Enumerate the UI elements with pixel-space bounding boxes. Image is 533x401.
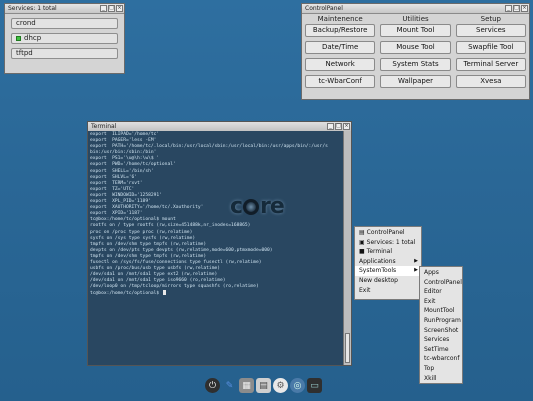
terminal-line: tc@box:/home/tc/optional$ — [90, 290, 342, 297]
service-dhcp-button[interactable]: dhcp — [11, 33, 118, 44]
terminal-scrollbar[interactable] — [343, 131, 351, 365]
submenu-item[interactable]: ControlPanel — [420, 278, 462, 288]
column-header: Maintenence — [317, 15, 363, 23]
calendar-icon[interactable]: ▦ — [239, 378, 254, 393]
files-icon[interactable]: ▤ — [256, 378, 271, 393]
service-label: crond — [16, 19, 36, 27]
minimize-button[interactable]: _ — [505, 5, 512, 12]
terminal-lines: export ILIPAD='/home/tc' export PAGER='le… — [88, 131, 344, 299]
submenu-item[interactable]: tc-wbarconf — [420, 354, 462, 364]
maintenance-column: Maintenence Backup/Restore Date/Time Net… — [305, 14, 376, 92]
submenu-arrow-icon: ▶ — [414, 267, 418, 274]
submenu-item[interactable]: Top — [420, 364, 462, 374]
submenu-arrow-icon: ▶ — [414, 257, 418, 264]
date-time-button[interactable]: Date/Time — [305, 41, 376, 54]
wbarconf-button[interactable]: tc-WbarConf — [305, 75, 376, 88]
submenu-item[interactable]: Exit — [420, 297, 462, 307]
maximize-button[interactable]: □ — [108, 5, 115, 12]
panel-icon: ▤ — [359, 229, 365, 236]
submenu-item[interactable]: Xkill — [420, 374, 462, 384]
menu-item-terminal[interactable]: ■ Terminal — [355, 247, 421, 257]
maximize-button[interactable]: □ — [513, 5, 520, 12]
power-icon[interactable]: ⏻ — [205, 378, 220, 393]
menu-item-label: Services: 1 total — [366, 238, 416, 246]
submenu-item[interactable]: Apps — [420, 268, 462, 278]
menu-item-label: ControlPanel — [366, 229, 405, 236]
services-titlebar[interactable]: Services: 1 total _ □ × — [5, 4, 124, 14]
submenu-item[interactable]: RunProgram — [420, 316, 462, 326]
terminal-window: Terminal _ □ × c re export ILIPAD='/home/… — [87, 121, 352, 366]
service-tftpd-button[interactable]: tftpd — [11, 48, 118, 59]
system-stats-button[interactable]: System Stats — [380, 58, 451, 71]
submenu-item[interactable]: ScreenShot — [420, 326, 462, 336]
xvesa-button[interactable]: Xvesa — [455, 75, 526, 88]
wbar-dock: ⏻ ✎ ▦ ▤ ⚙ ◎ ▭ — [205, 377, 322, 394]
menu-item-label: New desktop — [359, 276, 398, 284]
mount-tool-button[interactable]: Mount Tool — [380, 24, 451, 37]
menu-item-label: SystemTools — [359, 267, 397, 275]
systemtools-submenu: Apps ControlPanel Editor Exit MountTool … — [419, 266, 463, 384]
services-window: Services: 1 total _ □ × crond dhcp tftpd — [4, 3, 125, 74]
backup-restore-button[interactable]: Backup/Restore — [305, 24, 376, 37]
menu-item-controlpanel[interactable]: ▤ ControlPanel — [355, 228, 421, 238]
services-icon: ▣ — [359, 238, 365, 246]
menu-item-new-desktop[interactable]: New desktop — [355, 276, 421, 286]
menu-item-label: Exit — [359, 286, 371, 294]
wallpaper-button[interactable]: Wallpaper — [380, 75, 451, 88]
root-menu: ▤ ControlPanel ▣ Services: 1 total ■ Termin… — [354, 226, 422, 300]
pen-icon[interactable]: ✎ — [222, 378, 237, 393]
minimize-button[interactable]: _ — [100, 5, 107, 12]
scrollbar-thumb[interactable] — [345, 333, 350, 363]
menu-item-services[interactable]: ▣ Services: 1 total — [355, 238, 421, 248]
menu-item-applications[interactable]: Applications ▶ — [355, 257, 421, 267]
services-button[interactable]: Services — [455, 24, 526, 37]
close-button[interactable]: × — [116, 5, 123, 12]
terminal-output[interactable]: c re export ILIPAD='/home/tc' export PAGER… — [88, 131, 344, 365]
running-indicator-icon — [16, 36, 21, 41]
submenu-item[interactable]: SetTime — [420, 345, 462, 355]
monitor-icon[interactable]: ▭ — [307, 378, 322, 393]
gear-icon[interactable]: ⚙ — [273, 378, 288, 393]
globe-icon[interactable]: ◎ — [290, 378, 305, 393]
setup-column: Setup Services Swapfile Tool Terminal Se… — [455, 14, 526, 92]
close-button[interactable]: × — [521, 5, 528, 12]
services-title: Services: 1 total — [8, 5, 57, 12]
terminal-server-button[interactable]: Terminal Server — [455, 58, 526, 71]
mouse-tool-button[interactable]: Mouse Tool — [380, 41, 451, 54]
menu-item-label: Applications — [359, 257, 396, 265]
terminal-icon: ■ — [359, 248, 365, 256]
close-button[interactable]: × — [343, 123, 350, 130]
minimize-button[interactable]: _ — [327, 123, 334, 130]
utilities-column: Utilities Mount Tool Mouse Tool System S… — [380, 14, 451, 92]
terminal-title: Terminal — [91, 123, 117, 130]
service-label: tftpd — [16, 49, 33, 57]
network-button[interactable]: Network — [305, 58, 376, 71]
menu-item-systemtools[interactable]: SystemTools ▶ — [355, 266, 421, 276]
controlpanel-title: ControlPanel — [305, 5, 343, 12]
menu-item-label: Terminal — [366, 248, 393, 256]
menu-item-exit[interactable]: Exit — [355, 286, 421, 296]
controlpanel-window: ControlPanel _ □ × Maintenence Backup/Re… — [301, 3, 530, 100]
controlpanel-titlebar[interactable]: ControlPanel _ □ × — [302, 4, 529, 14]
swapfile-tool-button[interactable]: Swapfile Tool — [455, 41, 526, 54]
service-label: dhcp — [24, 34, 42, 42]
submenu-item[interactable]: Editor — [420, 287, 462, 297]
submenu-item[interactable]: MountTool — [420, 306, 462, 316]
maximize-button[interactable]: □ — [335, 123, 342, 130]
column-header: Utilities — [402, 15, 429, 23]
service-crond-button[interactable]: crond — [11, 18, 118, 29]
submenu-item[interactable]: Services — [420, 335, 462, 345]
column-header: Setup — [480, 15, 501, 23]
